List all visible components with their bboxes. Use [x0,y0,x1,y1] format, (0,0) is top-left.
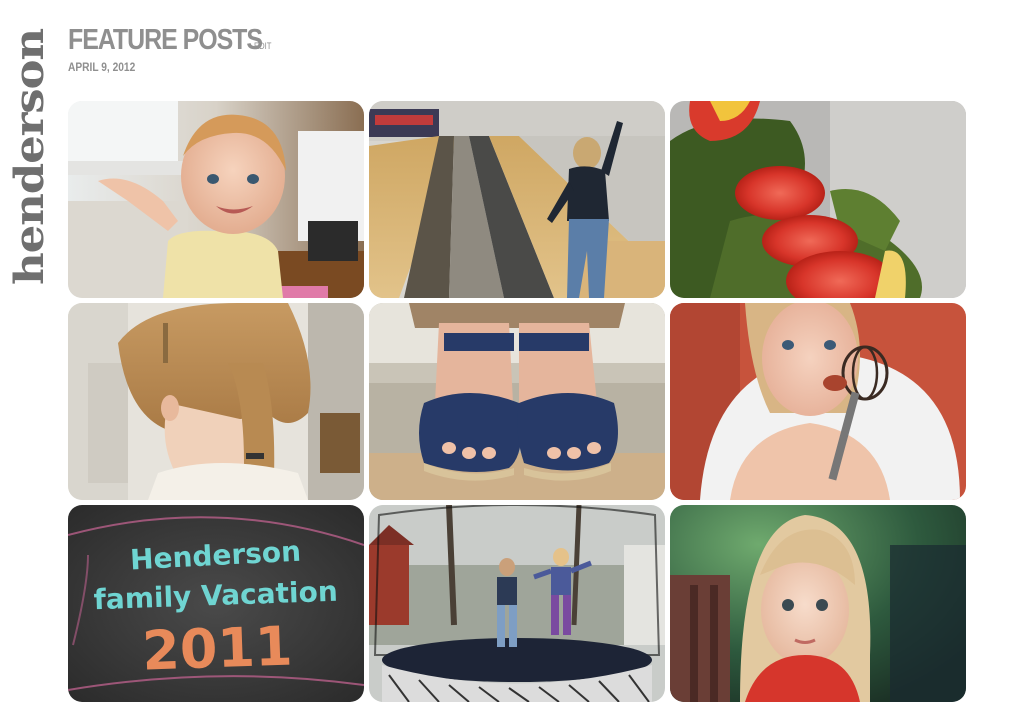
site-logo[interactable]: henderson [8,28,52,286]
photo-feet-sandals[interactable] [369,303,665,500]
photo-kids-trampoline[interactable] [369,505,665,702]
photo-girl-portrait[interactable] [670,505,966,702]
post-title-row: FEATURE POSTS EDIT [68,22,275,58]
post-header: FEATURE POSTS EDIT APRIL 9, 2012 [68,22,275,76]
photo-girl-licking-whisk[interactable] [670,303,966,500]
chalk-line-3: 2011 [141,614,293,682]
post-date: APRIL 9, 2012 [68,60,136,74]
photo-image: Henderson family Vacation 2011 [68,505,364,702]
site-logo-text: henderson [8,28,52,285]
photo-image [369,101,665,298]
photo-image [369,303,665,500]
photo-tomato-salad[interactable] [670,101,966,298]
post-title[interactable]: FEATURE POSTS [68,22,263,58]
photo-child-bowling[interactable] [369,101,665,298]
photo-image [68,303,364,500]
photo-image [670,101,966,298]
photo-image [670,505,966,702]
photo-girl-braid[interactable] [68,303,364,500]
edit-link[interactable]: EDIT [254,41,271,51]
photo-baby-at-window[interactable] [68,101,364,298]
photo-image [68,101,364,298]
photo-image [670,303,966,500]
page: henderson FEATURE POSTS EDIT APRIL 9, 20… [0,0,1009,719]
photo-chalk-drawing[interactable]: Henderson family Vacation 2011 [68,505,364,702]
photo-image [369,505,665,702]
photo-gallery: Henderson family Vacation 2011 [68,101,966,702]
